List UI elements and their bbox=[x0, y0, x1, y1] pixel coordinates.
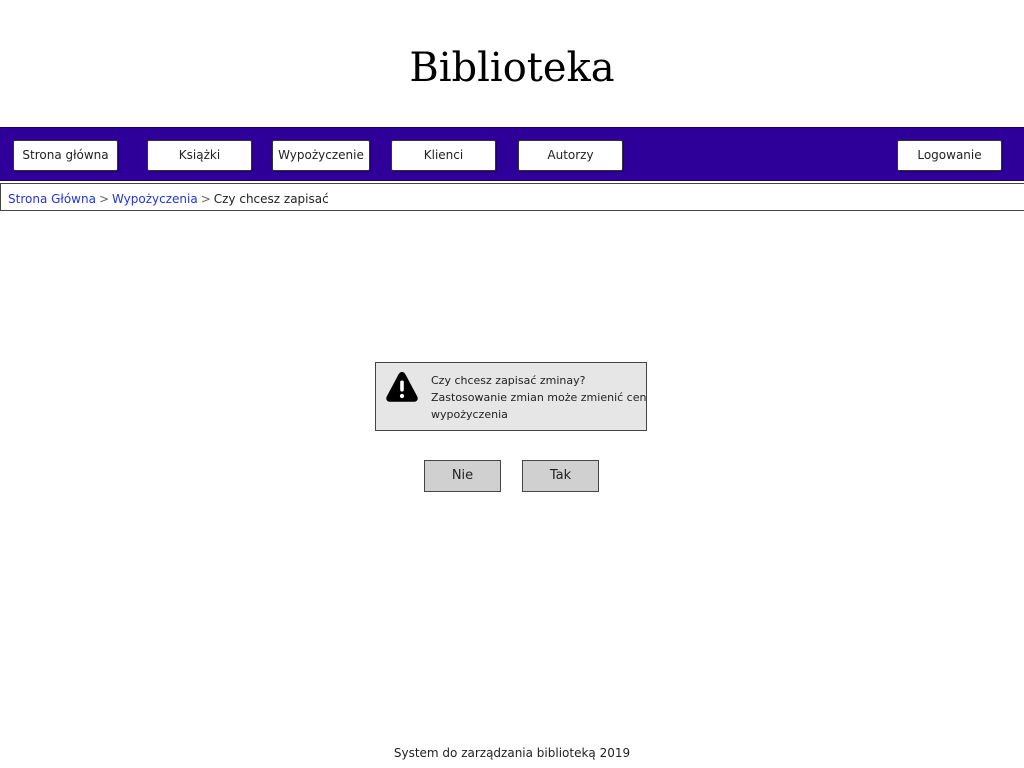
breadcrumb-link-loans[interactable]: Wypożyczenia bbox=[112, 192, 198, 206]
yes-button[interactable]: Tak bbox=[522, 460, 599, 492]
breadcrumb-separator: > bbox=[98, 192, 109, 206]
nav-home-button[interactable]: Strona główna bbox=[13, 140, 118, 171]
warning-icon bbox=[386, 372, 418, 402]
alert-line: Zastosowanie zmian może zmienić cenę bbox=[431, 391, 647, 404]
breadcrumb-link-home[interactable]: Strona Główna bbox=[8, 192, 96, 206]
nav-clients-button[interactable]: Klienci bbox=[391, 140, 496, 171]
nav-login-button[interactable]: Logowanie bbox=[897, 140, 1002, 171]
nav-books-button[interactable]: Książki bbox=[147, 140, 252, 171]
breadcrumb-separator: > bbox=[200, 192, 211, 206]
nav-authors-button[interactable]: Autorzy bbox=[518, 140, 623, 171]
no-button[interactable]: Nie bbox=[424, 460, 501, 492]
alert-line: Czy chcesz zapisać zminay? bbox=[431, 374, 586, 387]
breadcrumb: Strona Główna > Wypożyczenia > Czy chcesz za… bbox=[0, 183, 1024, 211]
nav-loans-button[interactable]: Wypożyczenie bbox=[272, 140, 370, 171]
alert-line: wypożyczenia bbox=[431, 408, 508, 421]
alert-message: Czy chcesz zapisać zminay? Zastosowanie … bbox=[431, 372, 647, 423]
navbar: Strona główna Książki Wypożyczenie Klien… bbox=[0, 127, 1024, 181]
page-title: Biblioteka bbox=[409, 45, 615, 91]
breadcrumb-current: Czy chcesz zapisać bbox=[213, 192, 329, 206]
confirm-alert: Czy chcesz zapisać zminay? Zastosowanie … bbox=[375, 362, 647, 431]
footer-text: System do zarządzania biblioteką 2019 bbox=[393, 746, 631, 760]
